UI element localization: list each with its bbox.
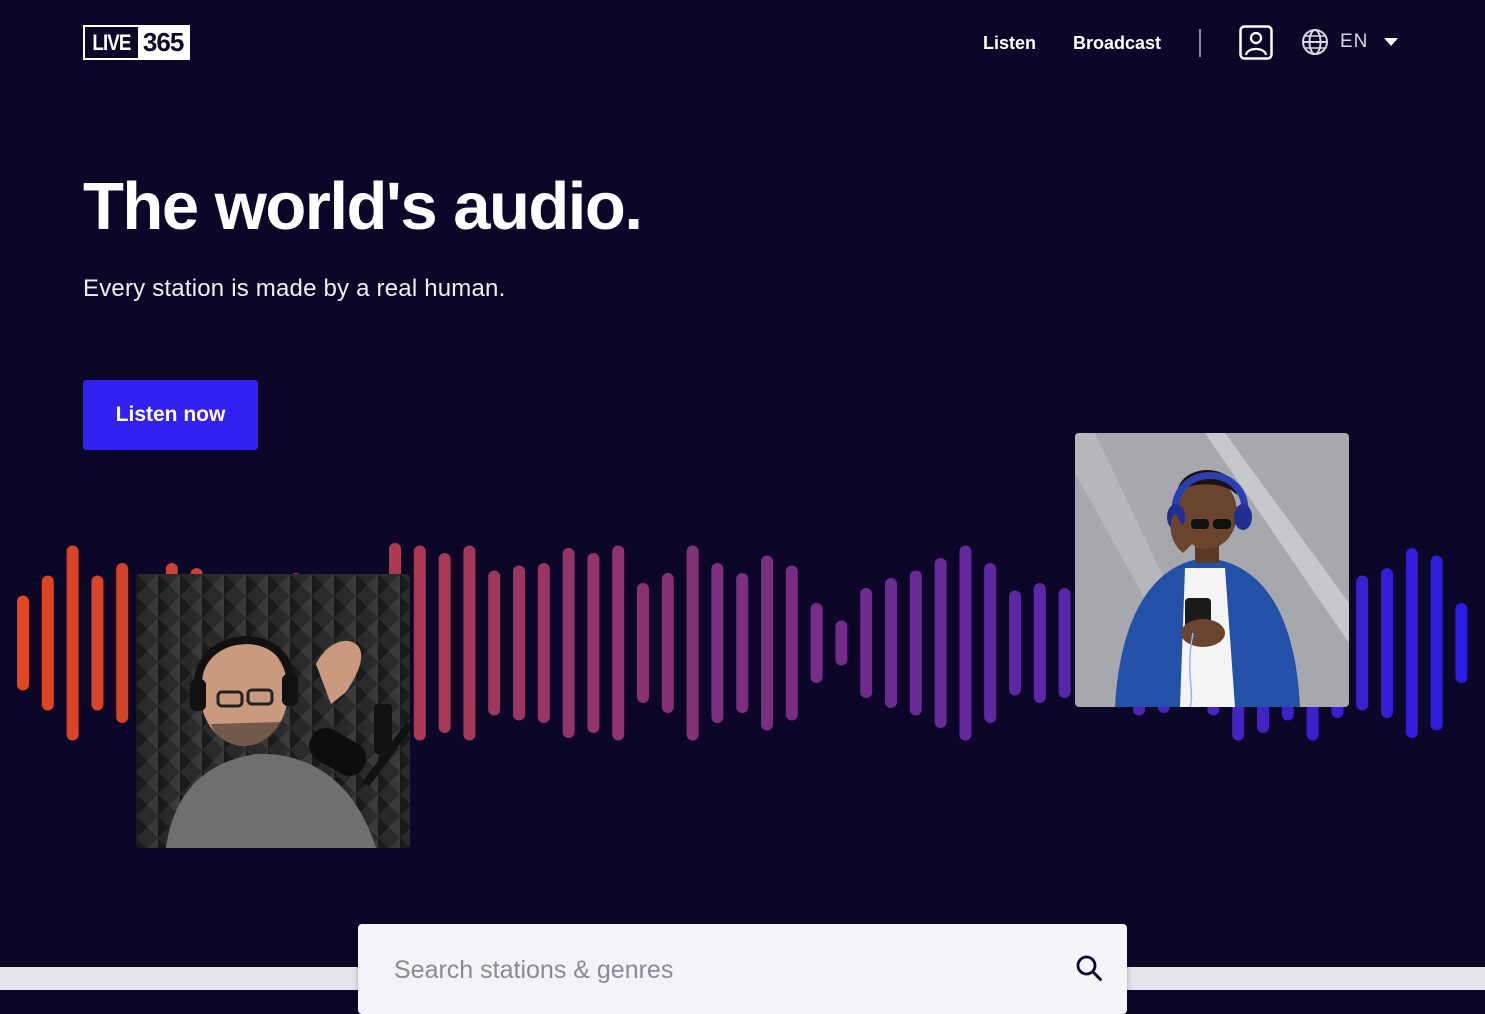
waveform-bar (413, 545, 426, 741)
waveform-bar (810, 603, 823, 683)
waveform-bar (1405, 548, 1418, 738)
waveform-bar (17, 595, 29, 691)
waveform-bar (711, 563, 724, 723)
nav-listen[interactable]: Listen (983, 25, 1036, 61)
waveform-bar (66, 545, 79, 741)
live365-logo[interactable]: LIVE 365 (83, 25, 191, 60)
waveform-bar (934, 558, 947, 728)
waveform-bar (860, 588, 873, 698)
logo-text-365: 365 (137, 27, 189, 58)
language-code: EN (1340, 31, 1369, 52)
waveform-bar (91, 575, 104, 711)
waveform-bar (41, 575, 54, 711)
search-icon[interactable] (1075, 954, 1103, 982)
waveform-bar (686, 545, 699, 741)
listen-now-button[interactable]: Listen now (83, 380, 258, 450)
search-input[interactable] (392, 952, 1036, 988)
waveform-bar (761, 555, 773, 731)
hero-subtitle: Every station is made by a real human. (83, 275, 506, 302)
waveform-bar (1430, 555, 1443, 731)
waveform-bar (637, 583, 649, 703)
logo-text-live: LIVE (92, 30, 131, 55)
waveform-bar (1356, 575, 1369, 711)
waveform-bar (909, 570, 922, 716)
nav-broadcast-link[interactable]: Broadcast (1073, 33, 1161, 54)
waveform-bar (612, 545, 625, 741)
waveform-bar (661, 573, 674, 713)
waveform-bar (463, 545, 476, 741)
listener-photo (1075, 433, 1349, 707)
waveform-bar (736, 573, 749, 713)
waveform-bar (1009, 590, 1021, 696)
hero-title: The world's audio. (83, 169, 643, 244)
nav-listen-link[interactable]: Listen (983, 33, 1036, 54)
waveform-bar (785, 565, 798, 721)
waveform-bar (537, 563, 550, 723)
waveform-bar (835, 620, 848, 666)
waveform-bar (116, 563, 129, 723)
waveform-bar (959, 545, 972, 741)
podcaster-photo (136, 574, 410, 848)
waveform-bar (438, 553, 451, 733)
waveform-bar (488, 570, 501, 716)
nav-divider (1199, 29, 1201, 57)
user-icon[interactable] (1239, 25, 1273, 60)
waveform-bar (1033, 583, 1046, 703)
waveform-bar (1381, 568, 1393, 718)
waveform-bar (587, 553, 600, 733)
waveform-bar (562, 548, 575, 738)
chevron-down-icon (1384, 38, 1399, 46)
nav-broadcast[interactable]: Broadcast (1073, 25, 1161, 61)
waveform-bar (1455, 603, 1468, 683)
language-selector[interactable]: EN (1301, 27, 1399, 57)
globe-icon (1302, 29, 1328, 55)
waveform-bar (1058, 588, 1071, 698)
waveform-bar (984, 563, 997, 723)
waveform-bar (885, 578, 897, 708)
search-box (358, 924, 1127, 1014)
waveform-bar (513, 565, 525, 721)
